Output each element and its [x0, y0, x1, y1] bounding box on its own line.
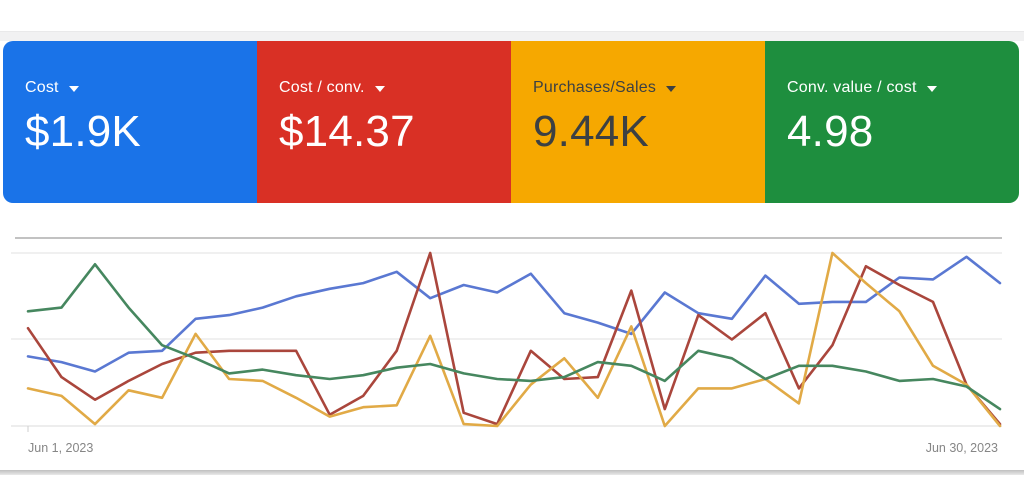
metric-label: Cost: [25, 78, 59, 97]
timeseries-chart: Jun 1, 2023 Jun 30, 2023: [0, 233, 1024, 470]
metric-cards: Cost $1.9K Cost / conv. $14.37 Purchases…: [3, 41, 1019, 203]
metric-label: Cost / conv.: [279, 78, 365, 97]
dropdown-arrow-icon: [375, 86, 385, 92]
metric-value: $14.37: [279, 110, 495, 154]
metric-value: 9.44K: [533, 110, 749, 154]
metric-card-cost[interactable]: Cost $1.9K: [3, 41, 257, 203]
x-axis-label-end: Jun 30, 2023: [926, 441, 998, 455]
dropdown-arrow-icon: [666, 86, 676, 92]
metric-selector-purchases-sales[interactable]: Purchases/Sales: [533, 78, 676, 97]
metric-card-cost-per-conv[interactable]: Cost / conv. $14.37: [257, 41, 511, 203]
chart-canvas: Jun 1, 2023 Jun 30, 2023: [0, 233, 1024, 470]
metric-selector-cost-per-conv[interactable]: Cost / conv.: [279, 78, 385, 97]
top-divider-strip: [0, 31, 1024, 41]
metric-value: 4.98: [787, 110, 1003, 154]
dropdown-arrow-icon: [927, 86, 937, 92]
metric-card-conv-value-per-cost[interactable]: Conv. value / cost 4.98: [765, 41, 1019, 203]
metric-card-purchases-sales[interactable]: Purchases/Sales 9.44K: [511, 41, 765, 203]
metric-selector-conv-value-per-cost[interactable]: Conv. value / cost: [787, 78, 937, 97]
metric-label: Purchases/Sales: [533, 78, 656, 97]
dropdown-arrow-icon: [69, 86, 79, 92]
metric-value: $1.9K: [25, 110, 241, 154]
x-axis-label-start: Jun 1, 2023: [28, 441, 93, 455]
metric-selector-cost[interactable]: Cost: [25, 78, 79, 97]
bottom-scroll-divider[interactable]: [0, 470, 1024, 475]
metric-label: Conv. value / cost: [787, 78, 917, 97]
